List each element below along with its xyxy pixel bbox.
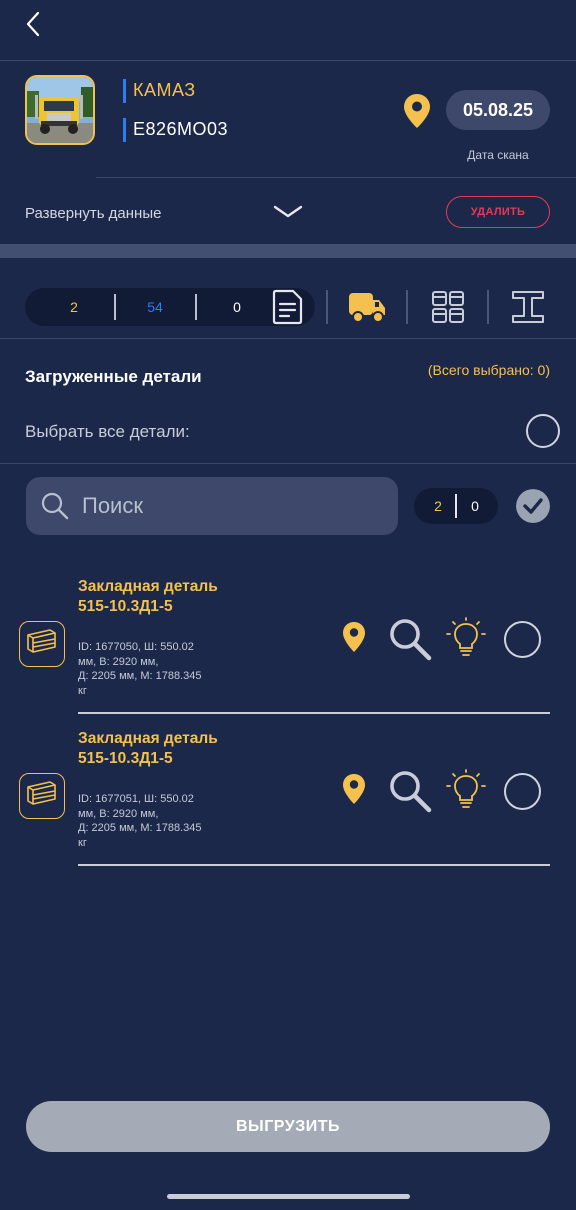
tool-separator bbox=[326, 290, 328, 324]
lightbulb-icon[interactable] bbox=[446, 769, 486, 811]
search-icon bbox=[41, 492, 69, 520]
location-pin-icon[interactable] bbox=[342, 621, 366, 653]
select-all-label: Выбрать все детали: bbox=[25, 422, 190, 441]
brand-marker bbox=[123, 79, 126, 103]
magnifier-icon[interactable] bbox=[388, 617, 432, 661]
document-icon[interactable] bbox=[272, 289, 304, 325]
grid-icon[interactable] bbox=[431, 290, 465, 324]
steel-part-icon bbox=[27, 629, 56, 653]
search-count-right: 0 bbox=[471, 498, 479, 514]
total-selected: (Всего выбрано: 0) bbox=[427, 362, 550, 378]
section-divider-band bbox=[0, 244, 576, 258]
scan-date-caption: Дата скана bbox=[467, 148, 529, 162]
item-thumbnail bbox=[19, 621, 65, 667]
back-arrow-icon[interactable] bbox=[22, 10, 46, 38]
vehicle-photo bbox=[25, 75, 95, 145]
list-item[interactable]: Закладная деталь 515-10.3Д1-5 ID: 167705… bbox=[0, 717, 576, 869]
header-divider bbox=[0, 60, 576, 61]
counter-separator bbox=[195, 294, 197, 320]
item-select-radio[interactable] bbox=[504, 773, 541, 810]
select-all-radio[interactable] bbox=[526, 414, 560, 448]
vehicle-plate: Е826МО03 bbox=[133, 119, 229, 139]
magnifier-icon[interactable] bbox=[388, 769, 432, 813]
counter-first: 2 bbox=[70, 299, 78, 315]
search-count-left: 2 bbox=[434, 498, 442, 514]
checkmark-icon[interactable] bbox=[516, 489, 550, 523]
tool-separator bbox=[406, 290, 408, 324]
item-details: ID: 1677051, Ш: 550.02 мм, В: 2920 мм, Д… bbox=[78, 793, 202, 849]
item-thumbnail bbox=[19, 773, 65, 819]
truck-icon[interactable] bbox=[348, 290, 386, 324]
item-select-radio[interactable] bbox=[504, 621, 541, 658]
expand-data-label[interactable]: Развернуть данные bbox=[25, 205, 161, 222]
info-divider bbox=[96, 177, 576, 178]
truck-photo-icon bbox=[27, 77, 93, 143]
delete-button[interactable]: УДАЛИТЬ bbox=[446, 196, 550, 228]
steel-part-icon bbox=[27, 781, 56, 805]
home-indicator bbox=[167, 1194, 410, 1199]
counter-separator bbox=[114, 294, 116, 320]
location-pin-icon[interactable] bbox=[403, 93, 431, 129]
vehicle-brand: КАМАЗ bbox=[133, 80, 196, 100]
chevron-down-icon[interactable] bbox=[273, 203, 303, 221]
scan-date: 05.08.25 bbox=[446, 90, 550, 130]
select-divider bbox=[0, 463, 576, 464]
lightbulb-icon[interactable] bbox=[446, 617, 486, 659]
location-pin-icon[interactable] bbox=[342, 773, 366, 805]
section-title: Загруженные детали bbox=[25, 367, 202, 386]
list-item[interactable]: Закладная деталь 515-10.3Д1-5 ID: 167705… bbox=[0, 565, 576, 717]
upload-button[interactable]: ВЫГРУЗИТЬ bbox=[26, 1101, 550, 1152]
item-divider bbox=[78, 712, 550, 714]
plate-marker bbox=[123, 118, 126, 142]
counter-second: 54 bbox=[147, 299, 163, 315]
tools-divider bbox=[0, 338, 576, 339]
search-box[interactable] bbox=[26, 477, 398, 535]
i-beam-icon[interactable] bbox=[511, 290, 545, 324]
counter-third: 0 bbox=[233, 299, 241, 315]
search-input[interactable] bbox=[80, 492, 384, 520]
item-details: ID: 1677050, Ш: 550.02 мм, В: 2920 мм, Д… bbox=[78, 641, 202, 697]
tool-separator bbox=[487, 290, 489, 324]
search-counts-pill: 2 0 bbox=[414, 488, 498, 524]
item-title: Закладная деталь 515-10.3Д1-5 bbox=[78, 578, 218, 615]
item-divider bbox=[78, 864, 550, 866]
item-title: Закладная деталь 515-10.3Д1-5 bbox=[78, 730, 218, 767]
